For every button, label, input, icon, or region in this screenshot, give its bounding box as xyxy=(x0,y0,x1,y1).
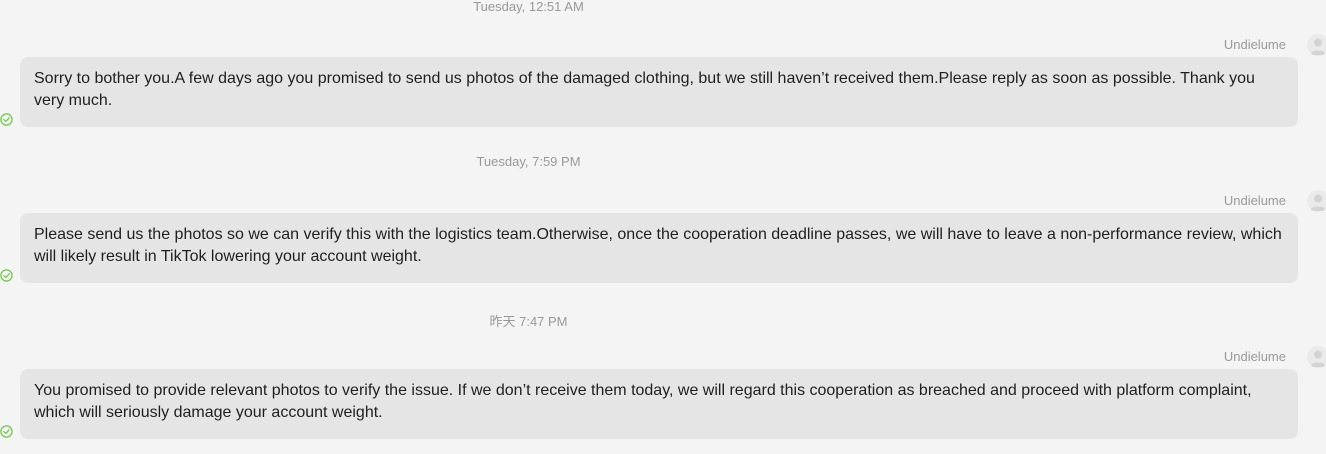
avatar[interactable] xyxy=(1307,190,1326,212)
check-circle-icon xyxy=(0,425,13,438)
message-timestamp: 昨天 7:47 PM xyxy=(489,314,568,329)
user-avatar-icon xyxy=(1310,194,1326,211)
sender-name: Undielume xyxy=(1223,349,1286,364)
user-avatar-icon xyxy=(1310,350,1326,367)
avatar[interactable] xyxy=(1307,34,1326,56)
check-circle-icon xyxy=(0,113,13,126)
user-avatar-icon xyxy=(1310,38,1326,55)
sender-name: Undielume xyxy=(1223,193,1286,208)
message-bubble[interactable]: Sorry to bother you.A few days ago you p… xyxy=(20,57,1298,127)
check-circle-icon xyxy=(0,269,13,282)
message-timestamp: Tuesday, 12:51 AM xyxy=(473,0,584,14)
message-bubble[interactable]: You promised to provide relevant photos … xyxy=(20,369,1298,439)
avatar[interactable] xyxy=(1307,346,1326,368)
message-timestamp: Tuesday, 7:59 PM xyxy=(476,154,581,169)
sender-name: Undielume xyxy=(1223,37,1286,52)
chat-thread: Tuesday, 12:51 AM Undielume Sorry to bot… xyxy=(0,0,1326,454)
message-bubble[interactable]: Please send us the photos so we can veri… xyxy=(20,213,1298,283)
